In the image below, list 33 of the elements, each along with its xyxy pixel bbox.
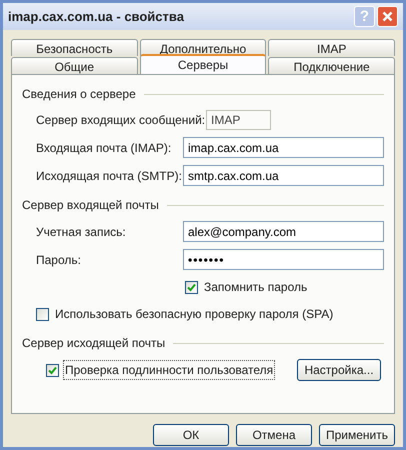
section-title: Сведения о сервере: [22, 86, 136, 103]
server-type-box: IMAP: [206, 110, 271, 130]
tab[interactable]: Общие: [11, 57, 138, 74]
input-field[interactable]: smtp.cax.com.ua: [183, 165, 384, 186]
field-label: Учетная запись:: [36, 224, 127, 240]
dialog-button[interactable]: Отмена: [236, 424, 312, 446]
field-label: Входящая почта (IMAP):: [36, 140, 172, 156]
field-label: Исходящая почта (SMTP):: [36, 168, 183, 184]
close-icon: [382, 11, 393, 22]
checkmark-icon: [48, 366, 57, 374]
window-title: imap.cax.com.ua - свойства: [8, 8, 185, 26]
checkbox-label: Проверка подлинности пользователя: [63, 360, 276, 380]
field-label: Пароль:: [36, 252, 82, 268]
tab[interactable]: Серверы: [140, 54, 266, 74]
checkbox[interactable]: [36, 308, 49, 320]
checkbox-label: Запомнить пароль: [203, 279, 308, 296]
tab[interactable]: Безопасность: [11, 39, 138, 56]
section-title: Сервер входящей почты: [22, 197, 159, 214]
tab[interactable]: Подключение: [268, 57, 396, 74]
field-label: Сервер входящих сообщений:: [36, 112, 206, 129]
dialog-button[interactable]: Применить: [319, 424, 395, 446]
dialog-button[interactable]: ОК: [153, 424, 229, 446]
input-field[interactable]: •••••••: [183, 249, 384, 270]
checkbox-label: Использовать безопасную проверку пароля (SPA): [54, 306, 334, 323]
tab[interactable]: IMAP: [268, 39, 396, 56]
section-title: Сервер исходящей почты: [22, 335, 166, 352]
checkbox[interactable]: [46, 364, 59, 376]
input-field[interactable]: alex@company.com: [183, 221, 384, 242]
settings-button[interactable]: Настройка...: [297, 359, 381, 381]
checkmark-icon: [187, 282, 196, 292]
checkbox[interactable]: [185, 280, 198, 294]
input-field[interactable]: imap.cax.com.ua: [183, 137, 384, 158]
close-button[interactable]: [377, 6, 398, 27]
